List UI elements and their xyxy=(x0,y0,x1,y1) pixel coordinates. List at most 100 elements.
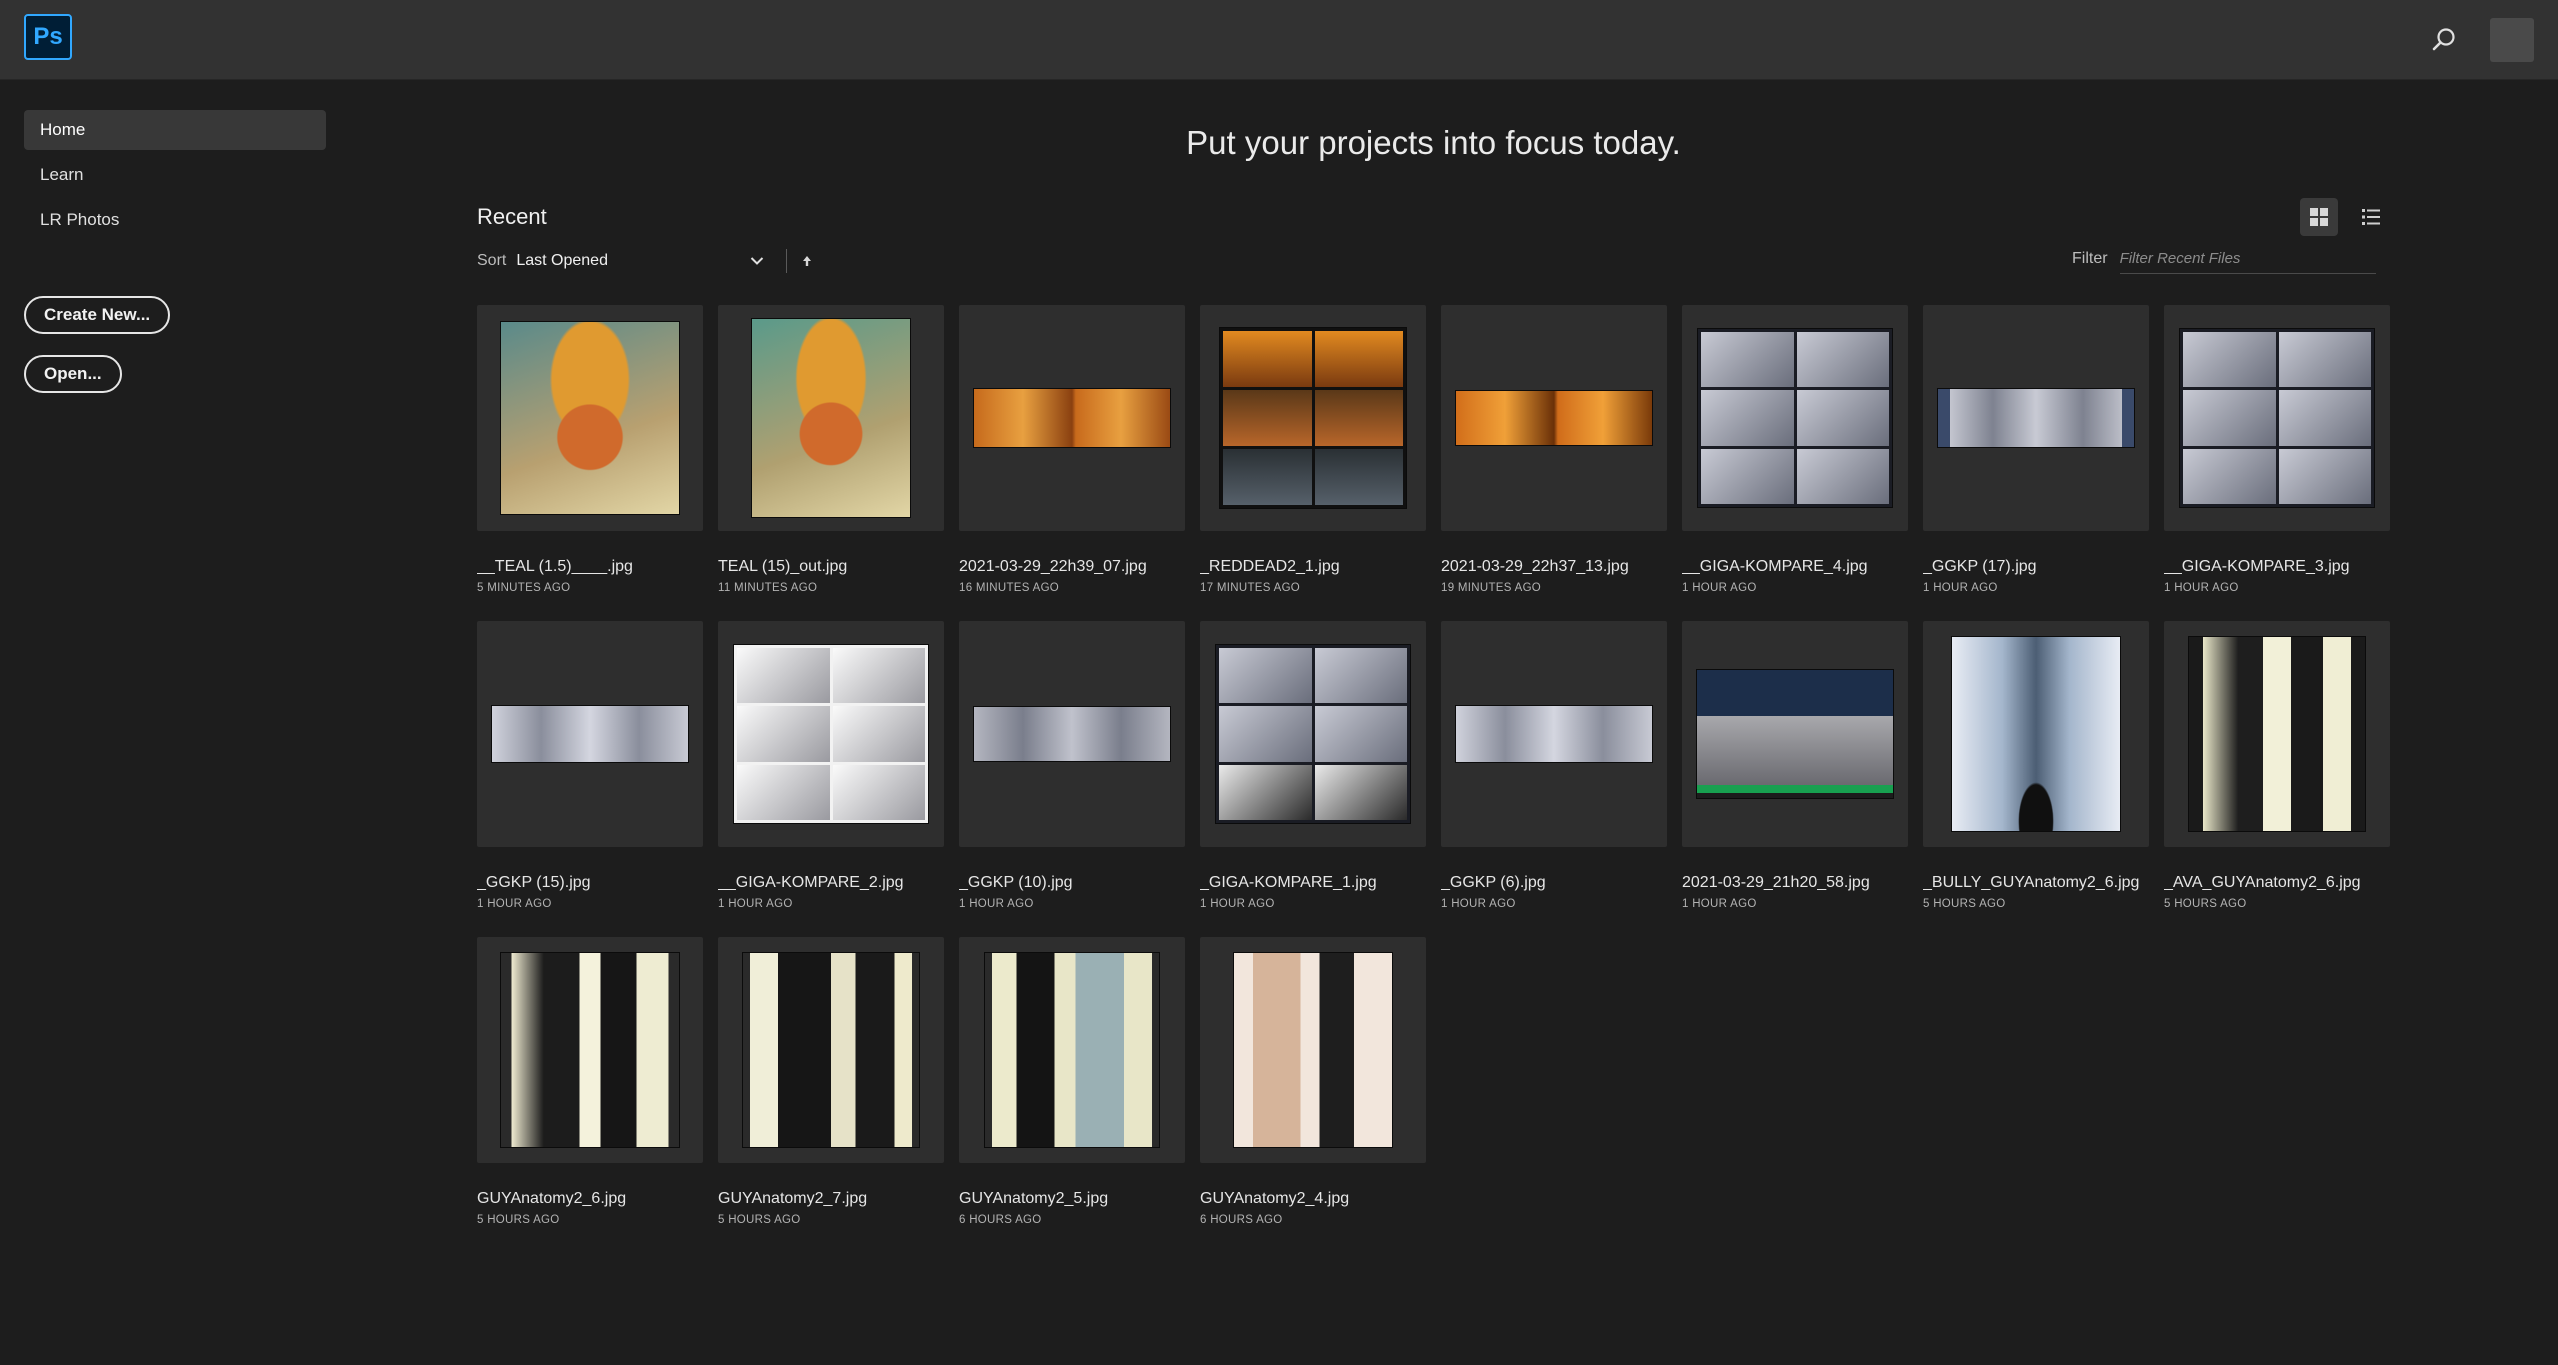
collage-cell xyxy=(1314,449,1403,505)
file-opened-time: 17 MINUTES AGO xyxy=(1200,582,1301,594)
sort-dropdown[interactable]: Last Opened xyxy=(516,252,768,270)
file-thumbnail[interactable] xyxy=(718,621,944,847)
filter-label: Filter xyxy=(2072,250,2108,267)
file-thumbnail[interactable] xyxy=(2164,305,2390,531)
file-name: _GGKP (15).jpg xyxy=(477,874,591,891)
file-thumbnail[interactable] xyxy=(1923,305,2149,531)
collage-cell xyxy=(1223,390,1312,446)
list-view-button[interactable] xyxy=(2352,198,2390,236)
file-name: _GGKP (17).jpg xyxy=(1923,558,2037,575)
recent-file-card[interactable]: __GIGA-KOMPARE_2.jpg 1 HOUR AGO xyxy=(718,621,944,937)
recent-files-grid: __TEAL (1.5)____.jpg 5 MINUTES AGO TEAL (1… xyxy=(477,305,2390,1253)
file-opened-time: 5 HOURS AGO xyxy=(477,1214,560,1226)
recent-file-card[interactable]: _REDDEAD2_1.jpg 17 MINUTES AGO xyxy=(1200,305,1426,621)
sort-value: Last Opened xyxy=(516,252,608,269)
collage-cell xyxy=(1219,764,1312,820)
thumbnail-image xyxy=(2188,636,2366,832)
collage-cell xyxy=(1796,332,1889,388)
sidebar-item-lr-photos[interactable]: LR Photos xyxy=(24,200,326,240)
file-name: 2021-03-29_22h39_07.jpg xyxy=(959,558,1147,575)
sort-controls: Sort Last Opened xyxy=(477,248,813,274)
file-thumbnail[interactable] xyxy=(1441,305,1667,531)
thumbnail-image xyxy=(500,952,680,1148)
recent-file-card[interactable]: _GGKP (6).jpg 1 HOUR AGO xyxy=(1441,621,1667,937)
search-button[interactable] xyxy=(2424,20,2464,60)
recent-file-card[interactable]: GUYAnatomy2_4.jpg 6 HOURS AGO xyxy=(1200,937,1426,1253)
file-thumbnail[interactable] xyxy=(1682,621,1908,847)
collage-cell xyxy=(1219,648,1312,704)
collage-cell xyxy=(2278,448,2371,504)
collage-cell xyxy=(2183,448,2276,504)
thumbnail-image xyxy=(500,321,680,515)
recent-file-card[interactable]: GUYAnatomy2_6.jpg 5 HOURS AGO xyxy=(477,937,703,1253)
file-opened-time: 1 HOUR AGO xyxy=(1682,582,1757,594)
collage-cell xyxy=(832,764,925,820)
file-thumbnail[interactable] xyxy=(1200,937,1426,1163)
thumbnail-image xyxy=(973,388,1171,448)
file-name: TEAL (15)_out.jpg xyxy=(718,558,848,575)
file-name: 2021-03-29_22h37_13.jpg xyxy=(1441,558,1629,575)
file-thumbnail[interactable] xyxy=(1200,621,1426,847)
avatar[interactable] xyxy=(2490,18,2534,62)
recent-file-card[interactable]: 2021-03-29_21h20_58.jpg 1 HOUR AGO xyxy=(1682,621,1908,937)
grid-view-button[interactable] xyxy=(2300,198,2338,236)
file-opened-time: 1 HOUR AGO xyxy=(1923,582,1998,594)
recent-file-card[interactable]: __TEAL (1.5)____.jpg 5 MINUTES AGO xyxy=(477,305,703,621)
chevron-down-icon xyxy=(751,257,764,265)
file-thumbnail[interactable] xyxy=(1441,621,1667,847)
thumbnail-image xyxy=(751,318,911,518)
file-thumbnail[interactable] xyxy=(477,305,703,531)
recent-file-card[interactable]: _GGKP (10).jpg 1 HOUR AGO xyxy=(959,621,1185,937)
thumbnail-image xyxy=(1215,644,1411,824)
sidebar-item-learn[interactable]: Learn xyxy=(24,155,326,195)
file-thumbnail[interactable] xyxy=(1682,305,1908,531)
file-thumbnail[interactable] xyxy=(2164,621,2390,847)
create-new-button[interactable]: Create New... xyxy=(24,296,171,334)
file-thumbnail[interactable] xyxy=(1923,621,2149,847)
file-thumbnail[interactable] xyxy=(718,305,944,531)
grid-icon xyxy=(2310,208,2328,226)
recent-title: Recent xyxy=(477,204,547,229)
recent-file-card[interactable]: __GIGA-KOMPARE_3.jpg 1 HOUR AGO xyxy=(2164,305,2390,621)
recent-file-card[interactable]: 2021-03-29_22h39_07.jpg 16 MINUTES AGO xyxy=(959,305,1185,621)
file-name: __GIGA-KOMPARE_3.jpg xyxy=(2164,558,2350,575)
recent-file-card[interactable]: __GIGA-KOMPARE_4.jpg 1 HOUR AGO xyxy=(1682,305,1908,621)
file-opened-time: 6 HOURS AGO xyxy=(1200,1214,1283,1226)
recent-file-card[interactable]: TEAL (15)_out.jpg 11 MINUTES AGO xyxy=(718,305,944,621)
file-thumbnail[interactable] xyxy=(959,937,1185,1163)
file-opened-time: 11 MINUTES AGO xyxy=(718,582,818,594)
thumbnail-image xyxy=(1697,328,1893,508)
collage-cell xyxy=(1314,706,1407,762)
collage-cell xyxy=(1314,648,1407,704)
hero-heading: Put your projects into focus today. xyxy=(1186,124,1681,161)
photoshop-logo[interactable]: Ps xyxy=(24,14,72,60)
recent-file-card[interactable]: _AVA_GUYAnatomy2_6.jpg 5 HOURS AGO xyxy=(2164,621,2390,937)
open-button[interactable]: Open... xyxy=(24,355,122,393)
collage-cell xyxy=(1223,449,1312,505)
recent-file-card[interactable]: _GGKP (15).jpg 1 HOUR AGO xyxy=(477,621,703,937)
file-opened-time: 1 HOUR AGO xyxy=(2164,582,2239,594)
recent-file-card[interactable]: _BULLY_GUYAnatomy2_6.jpg 5 HOURS AGO xyxy=(1923,621,2149,937)
file-thumbnail[interactable] xyxy=(959,621,1185,847)
file-name: _GIGA-KOMPARE_1.jpg xyxy=(1200,874,1377,891)
recent-file-card[interactable]: _GIGA-KOMPARE_1.jpg 1 HOUR AGO xyxy=(1200,621,1426,937)
sidebar-item-home[interactable]: Home xyxy=(24,110,326,150)
thumbnail-image xyxy=(1233,952,1393,1148)
file-name: GUYAnatomy2_5.jpg xyxy=(959,1190,1109,1207)
sort-direction-icon[interactable] xyxy=(801,254,813,268)
thumbnail-image xyxy=(491,705,689,763)
thumbnail-image xyxy=(984,952,1160,1148)
file-thumbnail[interactable] xyxy=(477,621,703,847)
file-thumbnail[interactable] xyxy=(1200,305,1426,531)
file-thumbnail[interactable] xyxy=(959,305,1185,531)
recent-file-card[interactable]: GUYAnatomy2_7.jpg 5 HOURS AGO xyxy=(718,937,944,1253)
collage-cell xyxy=(2278,332,2371,388)
file-name: GUYAnatomy2_6.jpg xyxy=(477,1190,627,1207)
recent-file-card[interactable]: 2021-03-29_22h37_13.jpg 19 MINUTES AGO xyxy=(1441,305,1667,621)
filter-input[interactable] xyxy=(2119,244,2376,274)
file-name: GUYAnatomy2_4.jpg xyxy=(1200,1190,1350,1207)
file-thumbnail[interactable] xyxy=(477,937,703,1163)
recent-file-card[interactable]: _GGKP (17).jpg 1 HOUR AGO xyxy=(1923,305,2149,621)
recent-file-card[interactable]: GUYAnatomy2_5.jpg 6 HOURS AGO xyxy=(959,937,1185,1253)
file-thumbnail[interactable] xyxy=(718,937,944,1163)
